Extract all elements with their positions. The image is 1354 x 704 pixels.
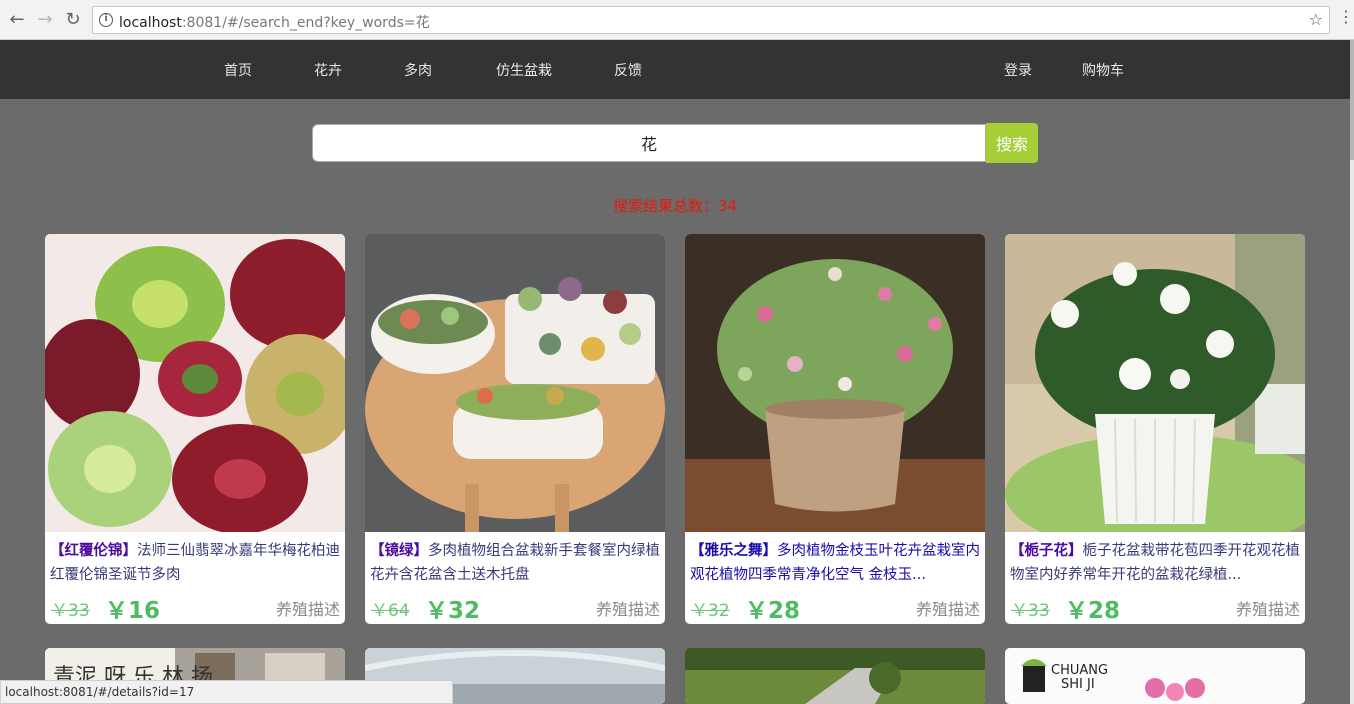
- search-input[interactable]: [313, 125, 985, 161]
- product-card[interactable]: [685, 648, 985, 704]
- search-button[interactable]: 搜索: [986, 123, 1038, 163]
- product-tag: 【镜绿】: [370, 543, 428, 559]
- browser-toolbar: ← → ↻ i localhost:8081/#/search_end?key_…: [0, 0, 1354, 40]
- search-result-count: 搜索结果总数：34: [612, 197, 738, 215]
- product-card[interactable]: 【镜绿】多肉植物组合盆栽新手套餐室内绿植花卉含花盆含土送木托盘 ￥64 ￥32 …: [365, 234, 665, 624]
- care-description-link[interactable]: 养殖描述: [276, 596, 340, 620]
- nav-artificial-bonsai[interactable]: 仿生盆栽: [496, 60, 552, 80]
- product-image: [1005, 234, 1305, 532]
- nav-cart[interactable]: 购物车: [1082, 60, 1124, 80]
- brand-logo-text: CHUANG SHI JI: [1051, 664, 1108, 692]
- product-image: [365, 234, 665, 532]
- search-box: [312, 124, 986, 162]
- link-status-bar: localhost:8081/#/details?id=17: [0, 680, 453, 704]
- page-scrollbar[interactable]: [1350, 40, 1354, 704]
- product-image: [685, 234, 985, 532]
- product-title[interactable]: 【栀子花】栀子花盆栽带花苞四季开花观花植物室内好养常年开花的盆栽花绿植...: [1010, 539, 1300, 589]
- nav-succulents[interactable]: 多肉: [404, 60, 432, 80]
- info-icon[interactable]: i: [99, 13, 113, 27]
- product-card[interactable]: CHUANG SHI JI: [1005, 648, 1305, 704]
- product-tag: 【栀子花】: [1010, 543, 1083, 559]
- url-host: localhost: [119, 15, 182, 31]
- product-image: [685, 648, 985, 704]
- product-title[interactable]: 【镜绿】多肉植物组合盆栽新手套餐室内绿植花卉含花盆含土送木托盘: [370, 539, 660, 589]
- forward-icon[interactable]: →: [34, 8, 56, 30]
- bookmark-star-icon[interactable]: ☆: [1309, 10, 1323, 29]
- product-tag: 【红覆伦锦】: [50, 543, 137, 559]
- care-description-link[interactable]: 养殖描述: [916, 596, 980, 620]
- sale-price: ￥16: [105, 598, 161, 624]
- original-price: ￥33: [1011, 601, 1050, 621]
- care-description-link[interactable]: 养殖描述: [1236, 596, 1300, 620]
- original-price: ￥64: [371, 601, 410, 621]
- care-description-link[interactable]: 养殖描述: [596, 596, 660, 620]
- sale-price: ￥28: [745, 598, 801, 624]
- site-nav: 首页 花卉 多肉 仿生盆栽 反馈 登录 购物车: [0, 40, 1350, 99]
- product-tag: 【雅乐之舞】: [690, 543, 777, 559]
- sale-price: ￥32: [425, 598, 481, 624]
- reload-icon[interactable]: ↻: [62, 8, 84, 30]
- brand-line-2: SHI JI: [1061, 677, 1095, 692]
- product-image: [1005, 648, 1305, 704]
- back-icon[interactable]: ←: [6, 8, 28, 30]
- url-path: :8081/#/search_end?key_words=花: [181, 15, 430, 31]
- nav-login[interactable]: 登录: [1004, 60, 1032, 80]
- original-price: ￥33: [51, 601, 90, 621]
- sale-price: ￥28: [1065, 598, 1121, 624]
- product-card[interactable]: 【红覆伦锦】法师三仙翡翠冰嘉年华梅花柏迪红覆伦锦圣诞节多肉 ￥33 ￥16 养殖…: [45, 234, 345, 624]
- nav-feedback[interactable]: 反馈: [614, 60, 642, 80]
- product-title[interactable]: 【红覆伦锦】法师三仙翡翠冰嘉年华梅花柏迪红覆伦锦圣诞节多肉: [50, 539, 340, 589]
- nav-home[interactable]: 首页: [224, 60, 252, 80]
- brand-line-1: CHUANG: [1051, 663, 1109, 678]
- nav-flowers[interactable]: 花卉: [314, 60, 342, 80]
- product-card[interactable]: 【栀子花】栀子花盆栽带花苞四季开花观花植物室内好养常年开花的盆栽花绿植... ￥…: [1005, 234, 1305, 624]
- scroll-thumb[interactable]: [1350, 40, 1354, 160]
- address-bar[interactable]: i localhost:8081/#/search_end?key_words=…: [92, 6, 1330, 34]
- product-card[interactable]: 【雅乐之舞】多肉植物金枝玉叶花卉盆栽室内观花植物四季常青净化空气 金枝玉... …: [685, 234, 985, 624]
- original-price: ￥32: [691, 601, 730, 621]
- url-text: localhost:8081/#/search_end?key_words=花: [119, 12, 430, 32]
- browser-menu-icon[interactable]: ⋮: [1338, 9, 1354, 25]
- product-title[interactable]: 【雅乐之舞】多肉植物金枝玉叶花卉盆栽室内观花植物四季常青净化空气 金枝玉...: [690, 539, 980, 589]
- product-image: [45, 234, 345, 532]
